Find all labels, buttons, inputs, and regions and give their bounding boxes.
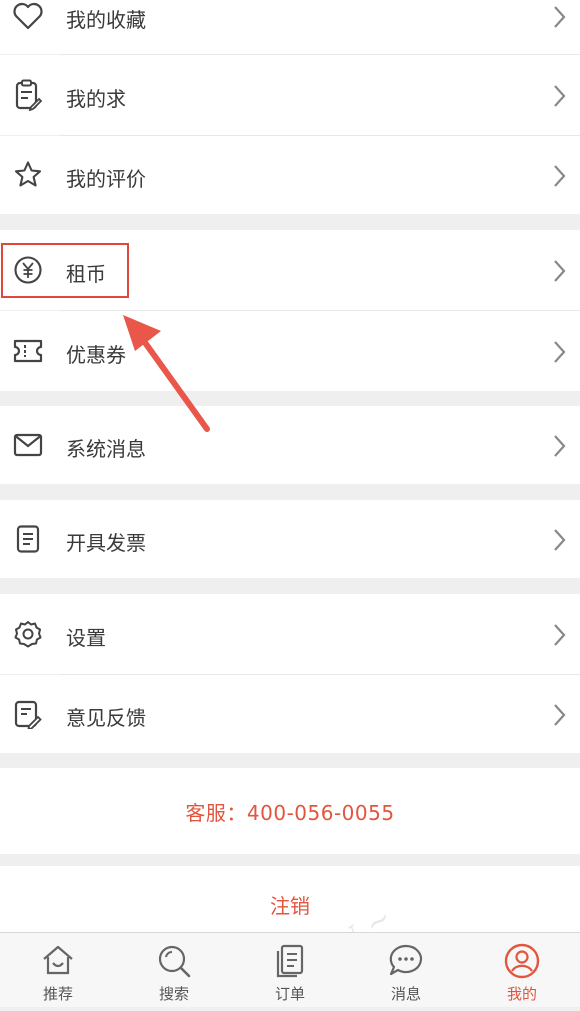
menu-label-favorites: 我的收藏 [66,8,146,32]
menu-label-feedback: 意见反馈 [66,706,146,730]
tab-label: 搜索 [158,985,189,1003]
profile-menu-page: 我的收藏 我的求 我的评价 租币 优惠券 系统消息 开具发票 设置 意见反馈 客… [0,0,580,1007]
customer-service-phone[interactable]: 客服：400-056-0055 [0,768,580,854]
annotation-arrow-icon [123,315,210,432]
menu-item-favorites[interactable]: 我的收藏 [0,0,580,54]
menu-item-feedback[interactable]: 意见反馈 [0,675,580,753]
chevron-right-icon [554,6,566,28]
chevron-right-icon [554,260,566,282]
annotation-highlight-box [1,243,129,298]
tab-label: 消息 [390,985,421,1003]
search-icon [158,945,191,978]
menu-label-requests: 我的求 [66,87,126,111]
menu-item-settings[interactable]: 设置 [0,594,580,674]
menu-label-system-messages: 系统消息 [66,437,146,461]
logout-button[interactable]: 注销 [0,866,580,932]
tab-label: 订单 [274,985,305,1003]
menu-item-reviews[interactable]: 我的评价 [0,136,580,214]
tab-orders[interactable]: 订单 [232,933,348,1007]
ticket-icon [12,335,44,367]
bottom-tab-bar: 推荐 搜索 订单 消息 我的 [0,932,580,1007]
chat-bubble-icon [389,944,423,976]
menu-label-reviews: 我的评价 [66,167,146,191]
chevron-right-icon [554,165,566,187]
tab-label: 推荐 [42,985,73,1003]
star-icon [12,159,44,191]
chevron-right-icon [554,435,566,457]
tab-search[interactable]: 搜索 [116,933,232,1007]
chevron-right-icon [554,704,566,726]
menu-item-system-messages[interactable]: 系统消息 [0,406,580,484]
menu-item-requests[interactable]: 我的求 [0,55,580,135]
logout-label: 注销 [270,894,310,918]
heart-icon [12,0,44,32]
menu-item-invoice[interactable]: 开具发票 [0,500,580,578]
tab-mine[interactable]: 我的 [464,933,580,1007]
clipboard-edit-icon [12,79,44,111]
document-icon [12,523,44,555]
menu-label-settings: 设置 [66,626,106,650]
home-icon [43,945,73,975]
edit-note-icon [12,698,44,730]
user-profile-icon [504,943,540,979]
chevron-right-icon [554,85,566,107]
mail-icon [12,429,44,461]
order-list-icon [276,944,304,978]
tab-messages[interactable]: 消息 [348,933,464,1007]
menu-item-coupons[interactable]: 优惠券 [0,311,580,391]
chevron-right-icon [554,341,566,363]
chevron-right-icon [554,624,566,646]
tab-label: 我的 [506,985,537,1003]
chevron-right-icon [554,529,566,551]
gear-icon [12,618,44,650]
tab-recommend[interactable]: 推荐 [0,933,116,1007]
menu-label-invoice: 开具发票 [66,531,146,555]
